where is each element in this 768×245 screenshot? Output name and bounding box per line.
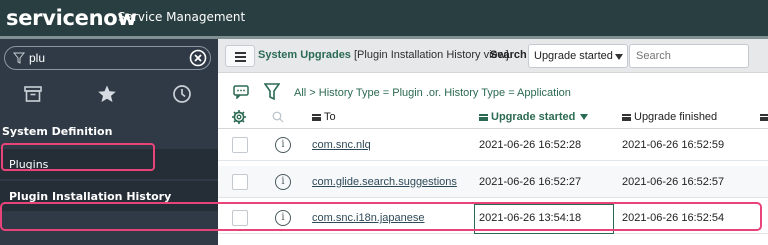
list-header: System Upgrades [Plugin Installation His…: [218, 39, 768, 73]
navigator-filter-input[interactable]: [29, 49, 189, 67]
archive-icon[interactable]: [22, 83, 44, 105]
clear-circle-icon[interactable]: [189, 49, 207, 67]
column-menu-icon[interactable]: [760, 113, 768, 121]
search-field-value: Upgrade started: [534, 50, 613, 62]
search-field-select[interactable]: Upgrade started: [528, 44, 628, 68]
cell-upgrade-started[interactable]: 2021-06-26 16:52:27: [479, 176, 581, 188]
section-title: System Definition: [2, 125, 113, 138]
table-title[interactable]: System Upgrades: [258, 49, 351, 61]
breadcrumb[interactable]: All > History Type = Plugin .or. History…: [294, 87, 571, 99]
funnel-icon: [13, 52, 25, 64]
record-link[interactable]: com.glide.search.suggestions: [312, 176, 457, 188]
gear-icon[interactable]: [231, 109, 247, 125]
table-row: i com.glide.search.suggestions 2021-06-2…: [218, 166, 768, 198]
column-header-to[interactable]: To: [312, 111, 336, 123]
cell-upgrade-started[interactable]: 2021-06-26 16:52:28: [479, 139, 581, 151]
chevron-down-icon: [615, 54, 623, 60]
view-name: [Plugin Installation History view]: [354, 49, 509, 61]
funnel-icon[interactable]: [264, 83, 280, 101]
row-checkbox[interactable]: [232, 137, 248, 153]
section-system-definition[interactable]: System Definition: [0, 119, 218, 145]
search-input[interactable]: [629, 44, 749, 68]
navigator-tabs: [0, 79, 218, 111]
list-title: System Upgrades [Plugin Installation His…: [258, 49, 509, 61]
annotation-highlight-row: [0, 202, 762, 231]
search-label: Search: [490, 49, 527, 61]
cell-upgrade-finished[interactable]: 2021-06-26 16:52:57: [622, 176, 724, 188]
personalize-icon[interactable]: [233, 85, 249, 99]
annotation-highlight-nav: [1, 143, 155, 171]
sort-descending-icon: [580, 114, 589, 120]
column-header-more[interactable]: [760, 111, 768, 123]
column-menu-icon[interactable]: [479, 113, 488, 121]
row-checkbox[interactable]: [232, 174, 248, 190]
column-menu-icon[interactable]: [622, 113, 631, 121]
table-row: i com.snc.nlq 2021-06-26 16:52:28 2021-0…: [218, 129, 768, 161]
column-header-upgrade-started[interactable]: Upgrade started: [479, 111, 589, 123]
clock-icon[interactable]: [171, 83, 193, 105]
servicenow-logo[interactable]: servicenow: [6, 6, 137, 30]
column-menu-icon[interactable]: [312, 113, 321, 121]
list-context-menu-button[interactable]: [225, 45, 255, 67]
record-link[interactable]: com.snc.nlq: [312, 139, 371, 151]
column-header-upgrade-finished[interactable]: Upgrade finished: [622, 111, 717, 123]
info-icon[interactable]: i: [275, 137, 291, 153]
filter-breadcrumb-row: All > History Type = Plugin .or. History…: [218, 79, 768, 105]
search-icon[interactable]: [272, 111, 284, 123]
info-icon[interactable]: i: [275, 174, 291, 190]
cell-upgrade-finished[interactable]: 2021-06-26 16:52:59: [622, 139, 724, 151]
star-icon[interactable]: [96, 83, 118, 105]
top-banner: servicenow Service Management: [0, 0, 768, 36]
column-header-row: To Upgrade started Upgrade finished: [218, 105, 768, 129]
product-name: Service Management: [118, 10, 246, 24]
navigator-filter[interactable]: [4, 46, 211, 70]
